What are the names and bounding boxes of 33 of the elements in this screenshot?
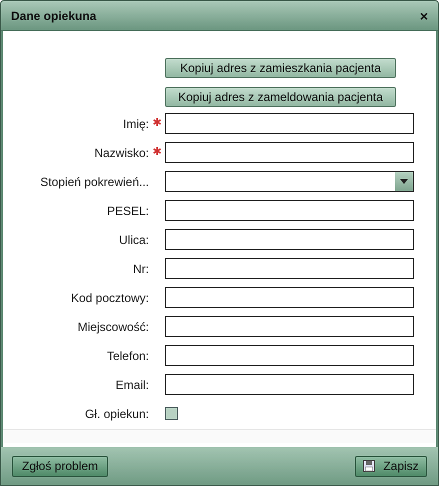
- close-button[interactable]: ×: [420, 8, 428, 22]
- window-title: Dane opiekuna: [11, 8, 96, 24]
- field-label: PESEL:: [106, 202, 149, 220]
- save-button[interactable]: Zapisz: [355, 456, 427, 476]
- text-field[interactable]: [165, 258, 414, 279]
- checkbox[interactable]: [165, 407, 178, 420]
- field-label: Email:: [114, 376, 149, 394]
- dropdown-button[interactable]: [395, 172, 413, 191]
- field-label: Nazwisko:: [93, 144, 149, 162]
- text-field[interactable]: [165, 316, 414, 337]
- caret-icon: [400, 179, 408, 184]
- required-icon: ✱: [152, 118, 162, 129]
- field-label: Gł. opiekun:: [84, 406, 149, 422]
- field-label: Imię:: [122, 116, 149, 132]
- text-field[interactable]: [165, 345, 414, 366]
- dropdown-field[interactable]: [165, 171, 414, 192]
- report-problem-button[interactable]: Zgłoś problem: [12, 456, 108, 476]
- field-label: Telefon:: [106, 348, 149, 364]
- text-field[interactable]: [165, 229, 414, 250]
- field-label: Stopień pokrewień...: [39, 174, 149, 190]
- required-icon: ✱: [152, 147, 162, 158]
- field-label: Miejscowość:: [76, 318, 149, 336]
- save-icon: [363, 460, 376, 472]
- field-label: Nr:: [132, 260, 149, 278]
- text-field[interactable]: [165, 142, 414, 163]
- text-field[interactable]: [165, 374, 414, 395]
- field-label: Ulica:: [118, 232, 149, 248]
- text-field[interactable]: [165, 200, 414, 221]
- copy-address-button[interactable]: Kopiuj adres z zamieszkania pacjenta: [165, 58, 396, 78]
- field-label: Kod pocztowy:: [70, 290, 149, 306]
- text-field[interactable]: [165, 287, 414, 308]
- copy-address-button[interactable]: Kopiuj adres z zameldowania pacjenta: [165, 87, 396, 107]
- text-field[interactable]: [165, 113, 414, 134]
